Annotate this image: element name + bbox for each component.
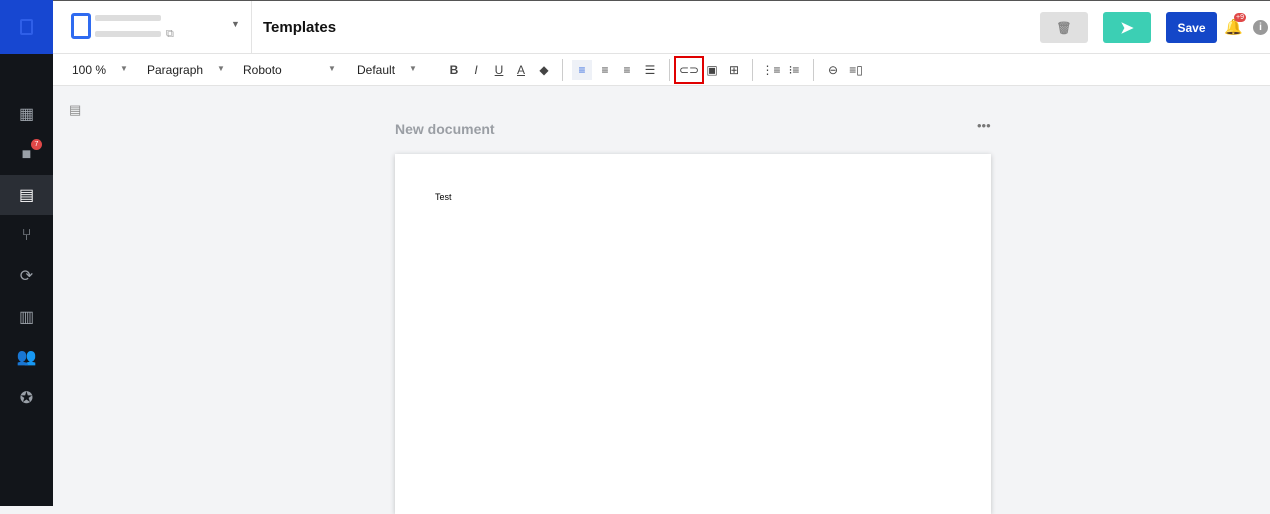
more-icon[interactable]: ••• <box>977 118 991 133</box>
blurred-name <box>95 15 161 21</box>
app-logo[interactable] <box>0 0 53 54</box>
numbered-list-icon[interactable]: ⋮≡ <box>761 60 781 80</box>
chevron-down-icon[interactable]: ▼ <box>328 64 336 73</box>
save-button[interactable]: Save <box>1166 12 1217 43</box>
italic-icon[interactable]: I <box>466 60 486 80</box>
align-justify-icon[interactable]: ☰ <box>640 60 660 80</box>
library-icon[interactable]: ▥ <box>0 297 53 337</box>
delete-button[interactable]: 🗑 <box>1040 12 1088 43</box>
dashboard-icon[interactable]: ▦ <box>0 94 53 134</box>
sidebar: ▦ ■ 7 ▤ ⑂ ⟳ ▥ 👥 ✪ <box>0 0 53 506</box>
bullet-list-icon[interactable]: ⁝≡ <box>784 60 804 80</box>
info-icon[interactable]: i <box>1253 20 1268 35</box>
folder-icon[interactable]: ■ 7 <box>0 135 53 175</box>
columns-icon[interactable]: ≡▯ <box>846 60 866 80</box>
align-center-icon[interactable]: ≡ <box>595 60 615 80</box>
text-color-icon[interactable]: A <box>511 60 531 80</box>
chevron-down-icon[interactable]: ▼ <box>217 64 225 73</box>
align-left-icon[interactable]: ≡ <box>572 60 592 80</box>
send-button[interactable]: ➤ <box>1103 12 1151 43</box>
size-select[interactable]: Default <box>357 63 395 77</box>
verified-icon[interactable]: ✪ <box>0 378 53 418</box>
zoom-select[interactable]: 100 % <box>72 63 106 77</box>
notification-badge: +9 <box>1234 13 1246 22</box>
underline-icon[interactable]: U <box>489 60 509 80</box>
document-name[interactable]: New document <box>395 121 495 137</box>
folder-badge: 7 <box>31 139 42 150</box>
table-icon[interactable]: ⊞ <box>724 60 744 80</box>
chevron-down-icon[interactable]: ▼ <box>231 19 240 29</box>
page-break-icon[interactable]: ⊖ <box>823 60 843 80</box>
copy-icon[interactable]: ⧉ <box>166 28 174 41</box>
outline-icon[interactable]: ▤ <box>69 102 81 118</box>
page-title: Templates <box>263 19 337 36</box>
header: ⧉ ▼ Templates 🗑 ➤ Save 🔔 +9 i <box>53 0 1270 54</box>
fork-icon[interactable]: ⑂ <box>0 216 53 256</box>
blurred-id <box>95 31 161 37</box>
image-icon[interactable]: ▣ <box>702 60 722 80</box>
chevron-down-icon[interactable]: ▼ <box>120 64 128 73</box>
divider <box>251 1 252 54</box>
document-icon[interactable]: ▤ <box>0 175 53 215</box>
document-logo-icon <box>71 13 91 39</box>
align-right-icon[interactable]: ≡ <box>617 60 637 80</box>
document-body-text[interactable]: Test <box>435 192 452 202</box>
people-icon[interactable]: 👥 <box>0 337 53 377</box>
font-select[interactable]: Roboto <box>243 63 282 77</box>
fill-color-icon[interactable]: ◆ <box>534 60 554 80</box>
bold-icon[interactable]: B <box>444 60 464 80</box>
sync-icon[interactable]: ⟳ <box>0 256 53 296</box>
chevron-down-icon[interactable]: ▼ <box>409 64 417 73</box>
document-page[interactable]: Test <box>395 154 991 514</box>
link-icon[interactable]: ⊂⊃ <box>674 56 704 84</box>
toolbar: 100 % ▼ Paragraph ▼ Roboto ▼ Default ▼ B I U… <box>53 54 1270 86</box>
block-select[interactable]: Paragraph <box>147 63 203 77</box>
